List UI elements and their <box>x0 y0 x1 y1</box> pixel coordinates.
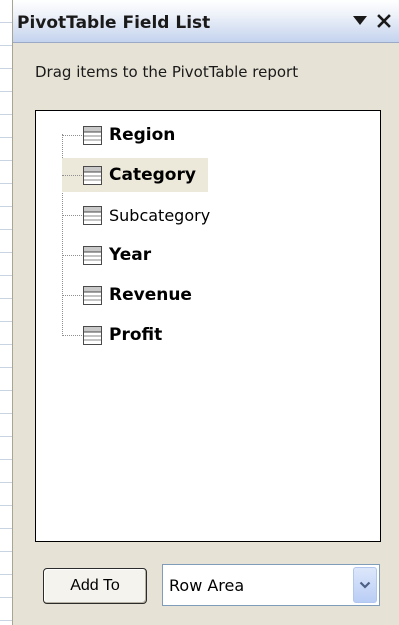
field-label: Category <box>107 162 198 188</box>
area-select-value: Row Area <box>169 576 245 595</box>
field-icon <box>82 325 102 345</box>
field-item[interactable]: Revenue <box>62 278 194 312</box>
field-list-box: Region Category Subcategory Year Revenue Prof… <box>35 110 381 542</box>
tree-branch-line <box>62 214 82 216</box>
tree-branch-line <box>62 174 82 176</box>
field-item[interactable]: Category <box>62 158 208 192</box>
field-label: Revenue <box>109 285 192 305</box>
field-label: Region <box>109 125 176 145</box>
field-icon <box>82 205 102 225</box>
chevron-down-icon[interactable] <box>353 567 377 603</box>
add-to-button[interactable]: Add To <box>43 568 147 604</box>
field-icon <box>82 245 102 265</box>
field-icon <box>82 285 102 305</box>
area-select[interactable]: Row Area <box>162 564 380 606</box>
pane-title-bar: PivotTable Field List <box>13 0 399 43</box>
tree-branch-line <box>62 334 82 336</box>
field-icon <box>82 125 102 145</box>
field-label: Subcategory <box>109 205 211 225</box>
field-item[interactable]: Region <box>62 118 177 152</box>
pane-instructions: Drag items to the PivotTable report <box>35 63 299 81</box>
field-label: Profit <box>109 325 163 345</box>
field-label: Year <box>109 245 152 265</box>
close-icon[interactable] <box>375 12 393 30</box>
tree-branch-line <box>62 294 82 296</box>
field-icon <box>82 165 102 185</box>
pane-title: PivotTable Field List <box>17 13 211 33</box>
tree-branch-line <box>62 254 82 256</box>
pivot-field-list-pane: PivotTable Field List Drag items to the … <box>12 0 399 625</box>
tree-branch-line <box>62 134 82 136</box>
field-item[interactable]: Profit <box>62 318 164 352</box>
field-item[interactable]: Year <box>62 238 153 272</box>
triangle-down-icon[interactable] <box>351 12 369 30</box>
field-item[interactable]: Subcategory <box>62 198 212 232</box>
